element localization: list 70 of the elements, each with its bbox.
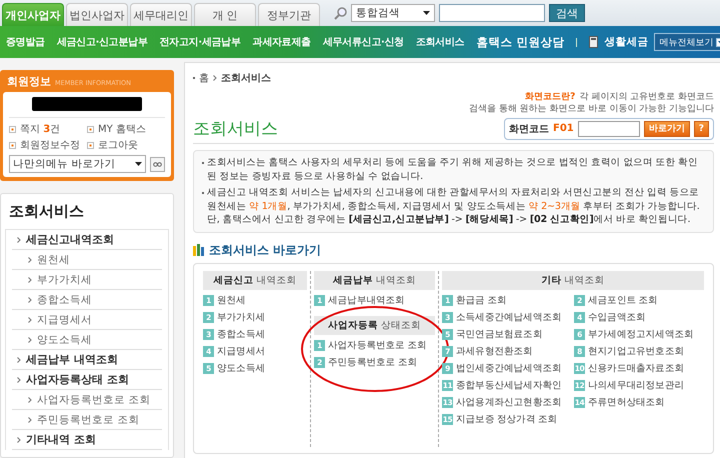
member-link[interactable]: 회원정보수정 bbox=[9, 138, 87, 152]
bullet-icon bbox=[87, 126, 94, 132]
dropdown-caret-icon bbox=[135, 162, 142, 166]
sidebar-item[interactable]: 기타내역 조회 bbox=[12, 430, 162, 450]
search-scope-dropdown[interactable]: 통합검색 bbox=[351, 4, 435, 22]
screen-code-field[interactable] bbox=[578, 120, 640, 136]
group-header: 사업자등록 상태조회 bbox=[314, 316, 435, 334]
member-link[interactable]: 쪽지 3건 bbox=[9, 122, 87, 136]
chevron-icon bbox=[28, 296, 32, 302]
search-field[interactable] bbox=[439, 4, 545, 22]
all-menu-button[interactable]: 메뉴전체보기 bbox=[654, 33, 720, 51]
notice-text: 세금신고 내역조회 서비스는 납세자의 신고내용에 대한 관할세무서의 자료처리와 서면신고분의 전산 입력 등으로 원천세는 약 1개월, 부가가치세, 종합소득세, 지급명세서 및 양도소득세는 약 2~3개월 후부터 조회가 가능합니다. bbox=[207, 186, 701, 213]
chevron-icon bbox=[28, 276, 32, 282]
tab[interactable]: 개 인 bbox=[194, 3, 256, 26]
sidebar-item[interactable]: 부가가치세 bbox=[12, 270, 162, 290]
panel-title: 회원정보 bbox=[7, 74, 51, 89]
sidebar-item[interactable]: 사업자등록상태 조회 bbox=[12, 370, 162, 390]
chevron-icon bbox=[28, 416, 32, 422]
sidebar-item[interactable]: 세금신고내역조회 bbox=[12, 230, 162, 250]
group-header: 세금신고 내역조회 bbox=[203, 270, 307, 290]
sidebar-title: 조회서비스 bbox=[8, 201, 85, 222]
sidebar-item[interactable]: 양도소득세 bbox=[12, 330, 162, 350]
link-icon bbox=[153, 162, 162, 166]
chevron-icon bbox=[28, 336, 32, 342]
calculator-icon bbox=[589, 36, 598, 48]
counsel-link[interactable]: 홈택스 민원상담 bbox=[476, 34, 564, 50]
group-header: 기타 내역조회 bbox=[442, 270, 704, 290]
chevron-icon bbox=[17, 236, 21, 242]
tab[interactable]: 법인사업자 bbox=[66, 3, 128, 26]
search-icon bbox=[334, 6, 347, 20]
tab[interactable]: 세무대리인 bbox=[130, 3, 192, 26]
search-button[interactable]: 검색 bbox=[549, 4, 585, 22]
notice-text: 조회서비스는 홈택스 사용자의 세무처리 등에 도움을 주기 위해 제공하는 것으로 법적인 효력이 없으며 또한 확인된 정보는 증빙자료 등으로 사용하실 수 없습니다. bbox=[207, 156, 699, 183]
sidebar-item[interactable]: 원천세 bbox=[12, 250, 162, 270]
screen-code-label: 화면코드 bbox=[509, 122, 550, 136]
chevron-icon bbox=[28, 256, 32, 262]
group-header: 세금납부 내역조회 bbox=[314, 270, 435, 290]
page-title: 조회서비스 bbox=[193, 118, 278, 140]
member-link[interactable]: MY 홈택스 bbox=[87, 122, 165, 136]
sidebar-item[interactable]: 사업자등록번호로 조회 bbox=[12, 390, 162, 410]
chevron-icon bbox=[28, 396, 32, 402]
chevron-icon bbox=[28, 316, 32, 322]
nav-link[interactable]: 세무서류신고·신청 bbox=[322, 36, 404, 48]
nav-link[interactable]: 조회서비스 bbox=[416, 36, 464, 48]
section-title: 조회서비스 바로가기 bbox=[209, 242, 322, 258]
nav-link[interactable]: 과세자료제출 bbox=[252, 36, 311, 48]
sidebar-item[interactable]: 주민등록번호로 조회 bbox=[12, 410, 162, 430]
help-text: 검색을 통해 원하는 화면으로 바로 이동이 가능한 기능입니다 bbox=[468, 104, 714, 114]
chevron-icon bbox=[17, 436, 21, 442]
screen-code-value: F01 bbox=[553, 123, 574, 134]
notice-text: 단, 홈택스에서 신고한 경우에는 [세금신고,신고분납부] -> [해당세목] -> [02 신고확인]에서 바로 확인됩니다. bbox=[207, 213, 692, 226]
bullet-icon bbox=[9, 142, 16, 148]
sidebar-item[interactable]: 세금납부 내역조회 bbox=[12, 350, 162, 370]
breadcrumb-chevron-icon bbox=[213, 75, 217, 81]
go-button[interactable] bbox=[150, 156, 165, 172]
chevron-icon bbox=[17, 356, 21, 362]
chevron-icon bbox=[17, 376, 21, 382]
bullet-icon bbox=[87, 142, 94, 148]
breadcrumb-link[interactable]: 홈 bbox=[199, 71, 209, 85]
books-icon bbox=[193, 244, 205, 256]
tab[interactable]: 정부기관 bbox=[258, 3, 320, 26]
my-menu-dropdown[interactable]: 나만의메뉴 바로가기 bbox=[9, 155, 146, 173]
bullet-icon bbox=[9, 126, 16, 132]
dropdown-caret-icon bbox=[423, 11, 430, 15]
breadcrumb-link[interactable]: 조회서비스 bbox=[221, 71, 271, 85]
sidebar-item[interactable]: 지급명세서 bbox=[12, 310, 162, 330]
sidebar-item[interactable]: 종합소득세 bbox=[12, 290, 162, 310]
help-text: 각 페이지의 고유번호로 화면코드 bbox=[579, 92, 714, 102]
member-link[interactable]: 로그아웃 bbox=[87, 138, 165, 152]
life-tax-link[interactable]: 생활세금 bbox=[604, 35, 648, 49]
